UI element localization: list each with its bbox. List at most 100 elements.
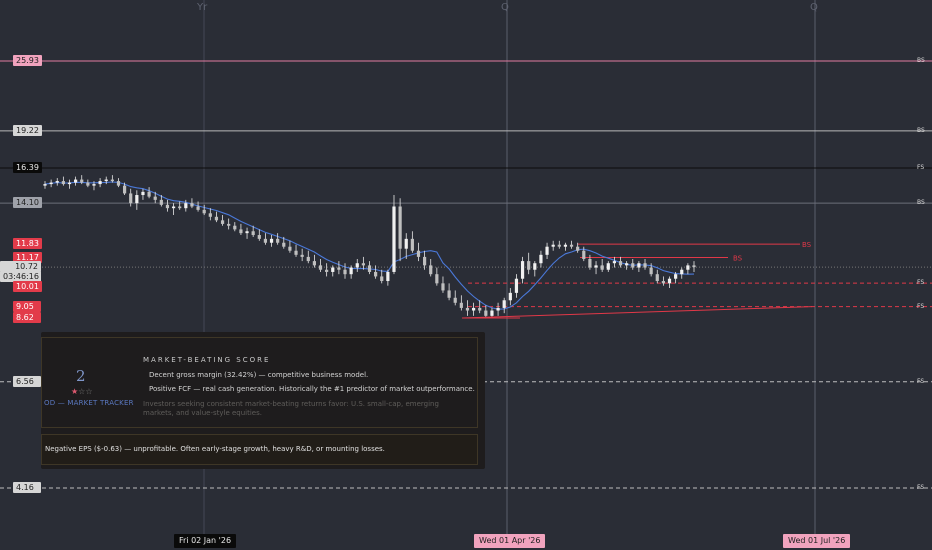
candle-body [43,184,47,186]
candle-body [178,206,182,209]
candle-body [325,269,329,272]
candle-body [196,206,200,210]
candle-body [122,185,127,194]
candle-body [478,307,482,311]
candle-body [527,261,531,270]
candle-body [557,244,561,247]
candle-body [251,231,255,236]
candle-body [104,179,108,182]
candle-body [416,250,421,257]
candle-body [86,182,90,186]
price-label: 11.83 [13,238,42,250]
candle-body [312,261,316,266]
candle-body [55,181,59,183]
score-line-2: Positive FCF — real cash generation. His… [149,385,475,393]
candle-body [380,276,384,282]
candle-body [404,238,408,249]
trendline-layer [461,306,813,319]
candle-body [582,250,586,259]
date-label-apr: Wed 01 Apr '26 [474,534,546,548]
candle-body [435,274,439,284]
candle-body [300,254,304,257]
candle-body [294,250,298,255]
inline-bs-tag: BS [733,255,743,263]
candle-body [661,281,665,284]
candle-body [337,267,341,270]
price-label: 19.22 [13,124,42,136]
candle-body [349,267,353,275]
date-label-jul: Wed 01 Jul '26 [783,534,851,548]
candle-body [153,196,157,200]
candle-body [637,263,641,268]
candle-body [165,204,170,209]
candle-body [227,223,231,226]
candle-body [233,225,237,230]
candle-body [680,269,684,275]
right-level-tag: BS [917,126,925,134]
candle-body [61,181,65,185]
candle-body [392,206,396,272]
candle-body [269,238,274,243]
score-title: MARKET-BEATING SCORE [143,356,271,364]
right-level-tag: BS [917,57,925,64]
brand-label: OD — MARKET TRACKER [44,399,134,407]
candle-body [490,310,494,316]
star-empty-icon: ☆☆ [78,387,93,396]
candle-body [692,265,696,268]
candle-body [459,302,463,308]
score-box: 2 ★☆☆ OD — MARKET TRACKER MARKET-BEATING… [41,337,478,428]
date-label-jan: Fri 02 Jan '26 [174,534,237,548]
score-value: 2 [76,367,86,385]
candle-body [282,242,286,247]
moving-average-line [44,181,695,310]
candle-body [306,256,310,262]
candle-body [453,297,457,303]
price-label: 6.56 [13,375,41,387]
candle-body [159,199,163,205]
candle-body [74,179,78,183]
candle-body [410,238,414,251]
candle-body [147,191,151,197]
candle-body [116,181,121,186]
candle-body [92,184,96,186]
score-note: Investors seeking consistent market-beat… [143,400,439,417]
inline-bs-tag: BS [802,241,812,249]
candle-body [588,258,592,268]
candle-body [257,235,261,239]
price-label: 9.05 [13,300,41,312]
candle-body [514,278,519,293]
candle-body [600,265,604,270]
candle-body [398,206,402,249]
candle-body [208,213,212,217]
candle-body [649,267,653,275]
candle-body [508,292,512,301]
candle-body [331,267,335,272]
price-label: 4.16 [13,482,41,493]
candle-body [367,265,372,272]
period-label-yr: Yr [197,2,208,13]
rating-stars: ★☆☆ [71,387,93,396]
candle-body [686,265,690,270]
support-trendline [461,306,813,319]
candle-body [214,216,219,221]
price-label: 10.01 [13,281,42,293]
candle-body [190,203,194,207]
right-level-tag: FS [917,302,925,310]
candle-body [245,231,249,234]
candle-body [135,195,139,204]
candle-body [98,181,102,185]
right-level-tag: FS [917,484,925,491]
candle-body [276,238,280,243]
candles-layer [43,175,696,319]
candle-body [465,307,470,311]
candle-body [129,193,133,204]
moving-average-layer [44,181,695,310]
period-label-q2: Q [810,2,818,13]
candle-body [667,278,672,284]
right-level-tag: FS [917,164,925,172]
candle-body [625,263,629,266]
candle-body [520,261,525,279]
candle-body [539,254,543,264]
candle-body [447,290,451,298]
candle-body [343,269,347,275]
